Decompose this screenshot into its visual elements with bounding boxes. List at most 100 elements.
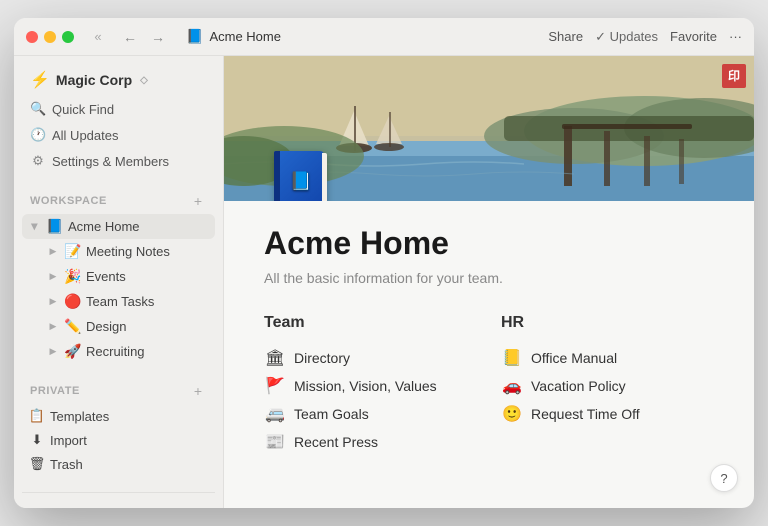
page-title: Acme Home: [264, 225, 714, 262]
forward-button[interactable]: →: [146, 25, 170, 49]
sidebar-item-trash[interactable]: 🗑 Trash: [22, 452, 215, 476]
help-button[interactable]: ?: [710, 464, 738, 492]
updates-button[interactable]: ✓ Updates: [595, 29, 658, 45]
close-button[interactable]: [26, 31, 38, 43]
mission-label: Mission, Vision, Values: [294, 378, 437, 394]
svg-text:印: 印: [728, 69, 740, 83]
sidebar-acmehome-label: Acme Home: [68, 219, 209, 234]
minimize-button[interactable]: [44, 31, 56, 43]
sidebar-item-quickfind[interactable]: 🔍 Quick Find: [22, 96, 215, 122]
sidebar-item-recruiting[interactable]: ▶ 🚀 Recruiting: [22, 339, 215, 364]
link-requesttimeoff[interactable]: 🙂 Request Time Off: [501, 400, 714, 428]
new-page-label: + New Page: [30, 506, 101, 508]
teamgoals-label: Team Goals: [294, 406, 369, 422]
sidebar-allupdates-label: All Updates: [52, 128, 118, 143]
link-vacationpolicy[interactable]: 🚗 Vacation Policy: [501, 372, 714, 400]
vacationpolicy-label: Vacation Policy: [531, 378, 626, 394]
breadcrumb: 📘 Acme Home: [186, 28, 281, 45]
share-button[interactable]: Share: [548, 29, 583, 44]
sidebar-item-templates[interactable]: 📋 Templates: [22, 404, 215, 428]
requesttimeoff-label: Request Time Off: [531, 406, 640, 422]
private-section-label: PRIVATE: [30, 385, 80, 397]
main-area: ⚡ Magic Corp ◇ 🔍 Quick Find 🕐 All Update…: [14, 56, 754, 508]
link-directory[interactable]: 🏛 Directory: [264, 344, 477, 372]
sidebar-item-allupdates[interactable]: 🕐 All Updates: [22, 122, 215, 148]
sidebar-quickfind-label: Quick Find: [52, 102, 114, 117]
officemanual-label: Office Manual: [531, 350, 617, 366]
trash-icon: 🗑: [28, 456, 46, 472]
add-workspace-page-button[interactable]: +: [189, 192, 207, 210]
hr-section: HR 📒 Office Manual 🚗 Vacation Policy 🙂: [501, 314, 714, 456]
page-subtitle: All the basic information for your team.: [264, 270, 714, 286]
team-section-title: Team: [264, 314, 477, 332]
nav-buttons: ← →: [118, 25, 170, 49]
page-icon: 📘: [46, 218, 64, 235]
link-officemanual[interactable]: 📒 Office Manual: [501, 344, 714, 372]
arrow-icon: ▶: [46, 345, 60, 359]
workspace-name[interactable]: ⚡ Magic Corp ◇: [22, 64, 215, 96]
mission-icon: 🚩: [264, 376, 286, 396]
book-cover: 📘: [274, 151, 324, 201]
workspace-section-header: WORKSPACE +: [22, 190, 215, 212]
workspace-label: Magic Corp: [56, 72, 132, 88]
maximize-button[interactable]: [62, 31, 74, 43]
directory-label: Directory: [294, 350, 350, 366]
private-section: PRIVATE + 📋 Templates ⬇ Import 🗑 Trash: [14, 368, 223, 480]
sidebar-divider: [22, 492, 215, 493]
clock-icon: 🕐: [30, 127, 46, 143]
private-section-header: PRIVATE +: [22, 380, 215, 402]
back-button[interactable]: ←: [118, 25, 142, 49]
officemanual-icon: 📒: [501, 348, 523, 368]
hero-image: 印 📘: [224, 56, 754, 201]
traffic-lights: [26, 31, 74, 43]
arrow-icon: ▶: [46, 245, 60, 259]
content-wrapper: 印 📘 Acm: [224, 56, 754, 508]
sidebar-top: ⚡ Magic Corp ◇ 🔍 Quick Find 🕐 All Update…: [14, 56, 223, 178]
templates-icon: 📋: [28, 408, 46, 424]
directory-icon: 🏛: [264, 348, 286, 368]
search-icon: 🔍: [30, 101, 46, 117]
app-window: « ← → 📘 Acme Home Share ✓ Updates Favori…: [14, 18, 754, 508]
book-spine: [274, 151, 280, 201]
page-icon: 🎉: [64, 268, 82, 285]
sidebar-import-label: Import: [50, 433, 209, 448]
page-book-icon: 📘: [274, 151, 324, 201]
sidebar-item-acmehome[interactable]: ▶ 📘 Acme Home: [22, 214, 215, 239]
sidebar-item-settings[interactable]: ⚙ Settings & Members: [22, 148, 215, 174]
link-recentpress[interactable]: 📰 Recent Press: [264, 428, 477, 456]
gear-icon: ⚙: [30, 153, 46, 169]
arrow-icon: ▶: [28, 220, 42, 234]
link-teamgoals[interactable]: 🚐 Team Goals: [264, 400, 477, 428]
sidebar-item-events[interactable]: ▶ 🎉 Events: [22, 264, 215, 289]
collapse-sidebar-button[interactable]: «: [86, 25, 110, 49]
workspace-chevron: ◇: [140, 75, 148, 86]
arrow-icon: ▶: [46, 270, 60, 284]
link-mission[interactable]: 🚩 Mission, Vision, Values: [264, 372, 477, 400]
content-grid: Team 🏛 Directory 🚩 Mission, Vision, Valu…: [264, 314, 714, 456]
add-private-page-button[interactable]: +: [189, 382, 207, 400]
breadcrumb-title[interactable]: Acme Home: [209, 29, 281, 44]
requesttimeoff-icon: 🙂: [501, 404, 523, 424]
sidebar: ⚡ Magic Corp ◇ 🔍 Quick Find 🕐 All Update…: [14, 56, 224, 508]
sidebar-item-teamtasks[interactable]: ▶ 🔴 Team Tasks: [22, 289, 215, 314]
new-page-button[interactable]: + New Page: [22, 501, 215, 508]
sidebar-design-label: Design: [86, 319, 209, 334]
sidebar-meetingnotes-label: Meeting Notes: [86, 244, 209, 259]
page-icon: 🚀: [64, 343, 82, 360]
import-icon: ⬇: [28, 432, 46, 448]
sidebar-item-meetingnotes[interactable]: ▶ 📝 Meeting Notes: [22, 239, 215, 264]
more-button[interactable]: ···: [729, 29, 742, 44]
arrow-icon: ▶: [46, 295, 60, 309]
workspace-section: WORKSPACE + ▶ 📘 Acme Home ▶ 📝 Meeting No…: [14, 178, 223, 368]
favorite-button[interactable]: Favorite: [670, 29, 717, 44]
sidebar-trash-label: Trash: [50, 457, 209, 472]
sidebar-templates-label: Templates: [50, 409, 209, 424]
team-section: Team 🏛 Directory 🚩 Mission, Vision, Valu…: [264, 314, 477, 456]
vacationpolicy-icon: 🚗: [501, 376, 523, 396]
sidebar-item-import[interactable]: ⬇ Import: [22, 428, 215, 452]
arrow-icon: ▶: [46, 320, 60, 334]
recentpress-icon: 📰: [264, 432, 286, 452]
teamgoals-icon: 🚐: [264, 404, 286, 424]
sidebar-item-design[interactable]: ▶ ✏️ Design: [22, 314, 215, 339]
titlebar-actions: Share ✓ Updates Favorite ···: [548, 29, 742, 45]
